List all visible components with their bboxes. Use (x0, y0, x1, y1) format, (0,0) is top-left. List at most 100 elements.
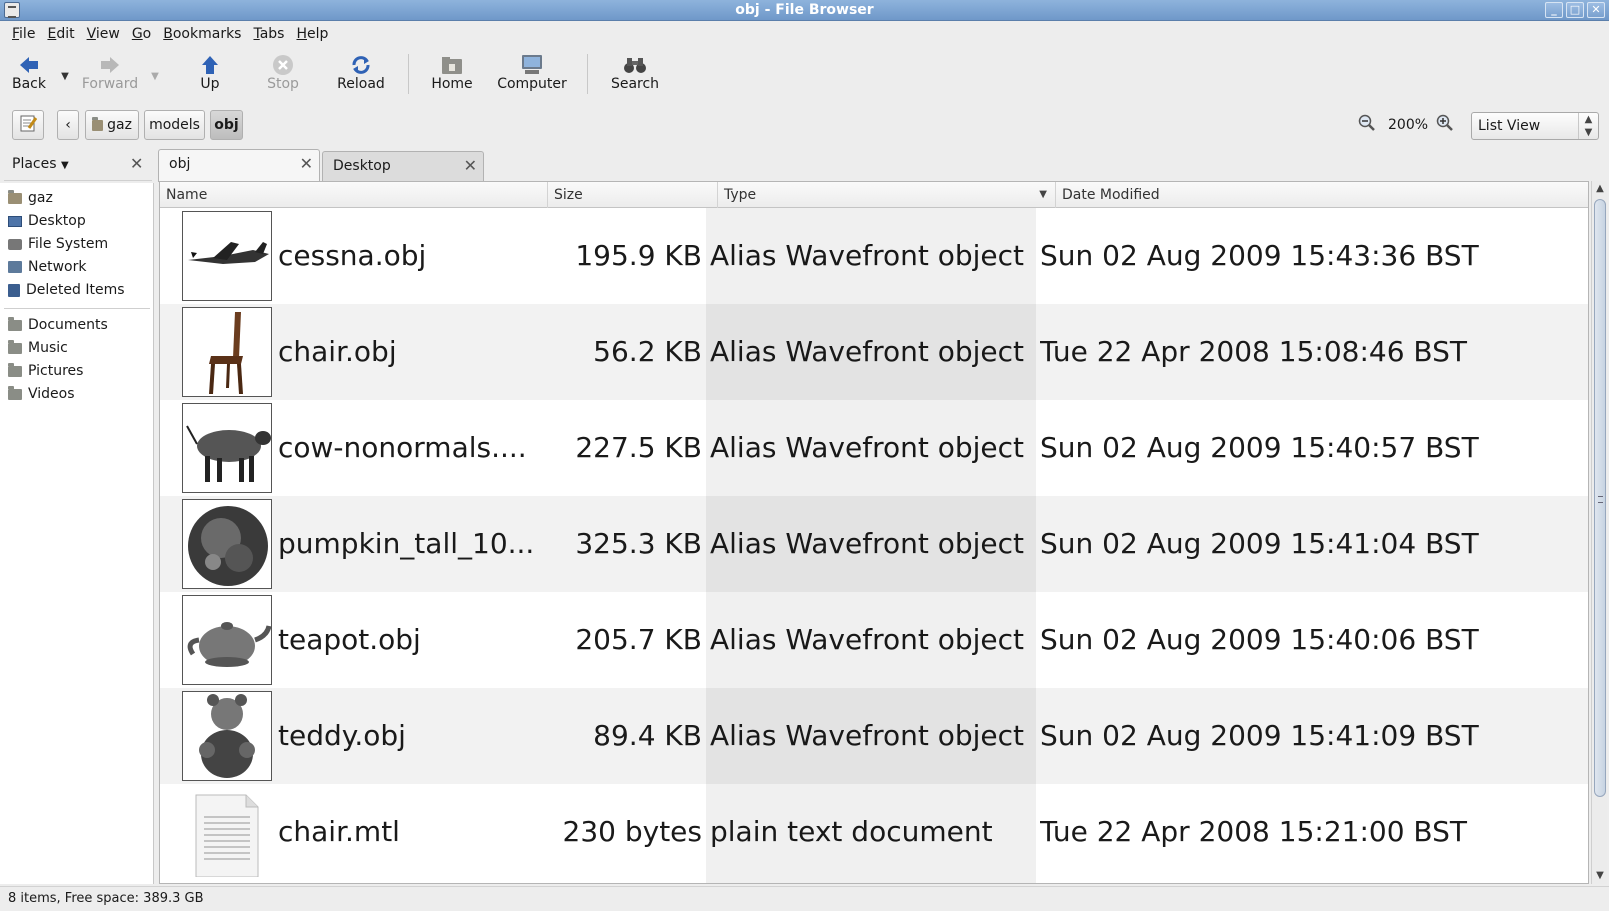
up-arrow-icon (198, 54, 222, 76)
window-title: obj - File Browser (735, 2, 874, 18)
file-list: Name Size Type ▼ Date Modified cessna.ob… (159, 181, 1589, 884)
file-name: teddy.obj (278, 719, 406, 752)
menu-go[interactable]: Go (126, 26, 157, 42)
column-name[interactable]: Name (160, 182, 548, 208)
sidebar-item-videos[interactable]: Videos (8, 383, 75, 405)
up-button[interactable]: Up (180, 48, 240, 100)
file-type: Alias Wavefront object (710, 431, 1025, 464)
close-sidebar-icon[interactable]: ✕ (130, 154, 143, 173)
file-date: Tue 22 Apr 2008 15:21:00 BST (1040, 815, 1467, 848)
home-button[interactable]: Home (421, 48, 483, 100)
tab-label: obj (169, 156, 191, 172)
sidebar-title: Places (12, 156, 57, 172)
chair-thumbnail-icon (182, 307, 272, 397)
maximize-button[interactable]: □ (1566, 2, 1584, 18)
menu-help[interactable]: Help (290, 26, 334, 42)
tab-obj[interactable]: obj ✕ (158, 149, 320, 182)
network-icon (8, 261, 22, 273)
places-list: gaz Desktop File System Network Deleted … (0, 183, 154, 884)
file-type: plain text document (710, 815, 993, 848)
home-folder-icon (92, 116, 104, 131)
zoom-level[interactable]: 200% (1388, 110, 1428, 140)
close-window-button[interactable]: ✕ (1587, 2, 1605, 18)
hard-drive-icon (8, 238, 22, 250)
status-bar: 8 items, Free space: 389.3 GB (0, 886, 1609, 911)
computer-label: Computer (497, 76, 567, 92)
home-label: Home (431, 76, 473, 92)
window-menu-icon[interactable] (4, 2, 20, 18)
forward-button[interactable]: Forward (76, 48, 144, 100)
forward-history-dropdown[interactable]: ▼ (144, 48, 166, 100)
file-row[interactable]: pumpkin_tall_10... 325.3 KB Alias Wavefr… (160, 496, 1588, 592)
file-date: Sun 02 Aug 2009 15:40:57 BST (1040, 431, 1479, 464)
file-row[interactable]: cow-nonormals.... 227.5 KB Alias Wavefro… (160, 400, 1588, 496)
close-tab-icon[interactable]: ✕ (464, 152, 477, 180)
sidebar-item-desktop[interactable]: Desktop (8, 210, 86, 232)
path-crumb-obj[interactable]: obj (210, 110, 243, 140)
file-name: teapot.obj (278, 623, 421, 656)
column-size[interactable]: Size (548, 182, 718, 208)
toolbar-separator (408, 54, 409, 94)
sidebar-item-pictures[interactable]: Pictures (8, 360, 83, 382)
trash-icon (8, 283, 20, 297)
cessna-thumbnail-icon (182, 211, 272, 301)
file-row[interactable]: teapot.obj 205.7 KB Alias Wavefront obje… (160, 592, 1588, 688)
stop-button[interactable]: Stop (248, 48, 318, 100)
file-size: 89.4 KB (593, 719, 702, 752)
file-name: cessna.obj (278, 239, 427, 272)
path-crumb-models[interactable]: models (144, 110, 205, 140)
column-header: Name Size Type ▼ Date Modified (160, 182, 1588, 208)
menu-tabs[interactable]: Tabs (247, 26, 290, 42)
close-tab-icon[interactable]: ✕ (300, 150, 313, 178)
search-button[interactable]: Search (600, 48, 670, 100)
computer-button[interactable]: Computer (489, 48, 575, 100)
file-size: 205.7 KB (575, 623, 702, 656)
sidebar-header: Places ▼ ✕ (4, 149, 152, 181)
up-label: Up (200, 76, 220, 92)
file-name: pumpkin_tall_10... (278, 527, 535, 560)
text-document-icon (182, 787, 272, 877)
teapot-thumbnail-icon (182, 595, 272, 685)
zoom-out-button[interactable] (1358, 110, 1376, 140)
zoom-in-button[interactable] (1436, 110, 1454, 140)
column-date-modified[interactable]: Date Modified (1056, 182, 1588, 208)
column-type[interactable]: Type ▼ (718, 182, 1056, 208)
back-button[interactable]: Back (4, 48, 54, 100)
minimize-button[interactable]: _ (1545, 2, 1563, 18)
sidebar-item-deleted-items[interactable]: Deleted Items (8, 279, 125, 301)
toggle-location-entry-button[interactable] (12, 110, 44, 140)
path-scroll-left-button[interactable]: ‹ (57, 110, 79, 140)
scrollbar-thumb[interactable] (1594, 199, 1606, 797)
sidebar-item-network[interactable]: Network (8, 256, 86, 278)
scroll-up-arrow-icon[interactable]: ▲ (1592, 181, 1608, 197)
vertical-scrollbar[interactable]: ▲ ▼ (1591, 181, 1607, 884)
title-bar: obj - File Browser _ □ ✕ (0, 0, 1609, 21)
view-mode-select[interactable]: List View ▲ ▼ (1471, 112, 1599, 140)
sidebar-item-gaz[interactable]: gaz (8, 187, 53, 209)
desktop-icon (8, 215, 22, 227)
back-history-dropdown[interactable]: ▼ (54, 48, 76, 100)
sidebar-item-label: Music (28, 340, 68, 356)
file-row[interactable]: cessna.obj 195.9 KB Alias Wavefront obje… (160, 208, 1588, 304)
tab-desktop[interactable]: Desktop ✕ (322, 151, 484, 181)
menu-view[interactable]: View (81, 26, 126, 42)
reload-button[interactable]: Reload (326, 48, 396, 100)
file-row[interactable]: chair.mtl 230 bytes plain text document … (160, 784, 1588, 880)
file-size: 195.9 KB (575, 239, 702, 272)
sidebar-separator (4, 308, 150, 309)
sidebar-mode-selector[interactable]: Places ▼ (12, 156, 69, 172)
sidebar-item-documents[interactable]: Documents (8, 314, 108, 336)
sidebar-item-music[interactable]: Music (8, 337, 68, 359)
folder-icon (8, 362, 22, 377)
menu-edit[interactable]: Edit (41, 26, 80, 42)
spin-arrows-icon: ▲ ▼ (1578, 113, 1598, 139)
scroll-down-arrow-icon[interactable]: ▼ (1592, 868, 1608, 884)
file-row[interactable]: chair.obj 56.2 KB Alias Wavefront object… (160, 304, 1588, 400)
menu-file[interactable]: File (6, 26, 41, 42)
path-crumb-gaz[interactable]: gaz (85, 110, 139, 140)
tab-bar: obj ✕ Desktop ✕ (158, 149, 1598, 182)
file-row[interactable]: teddy.obj 89.4 KB Alias Wavefront object… (160, 688, 1588, 784)
sidebar-item-file-system[interactable]: File System (8, 233, 108, 255)
file-type: Alias Wavefront object (710, 335, 1025, 368)
menu-bookmarks[interactable]: Bookmarks (157, 26, 247, 42)
